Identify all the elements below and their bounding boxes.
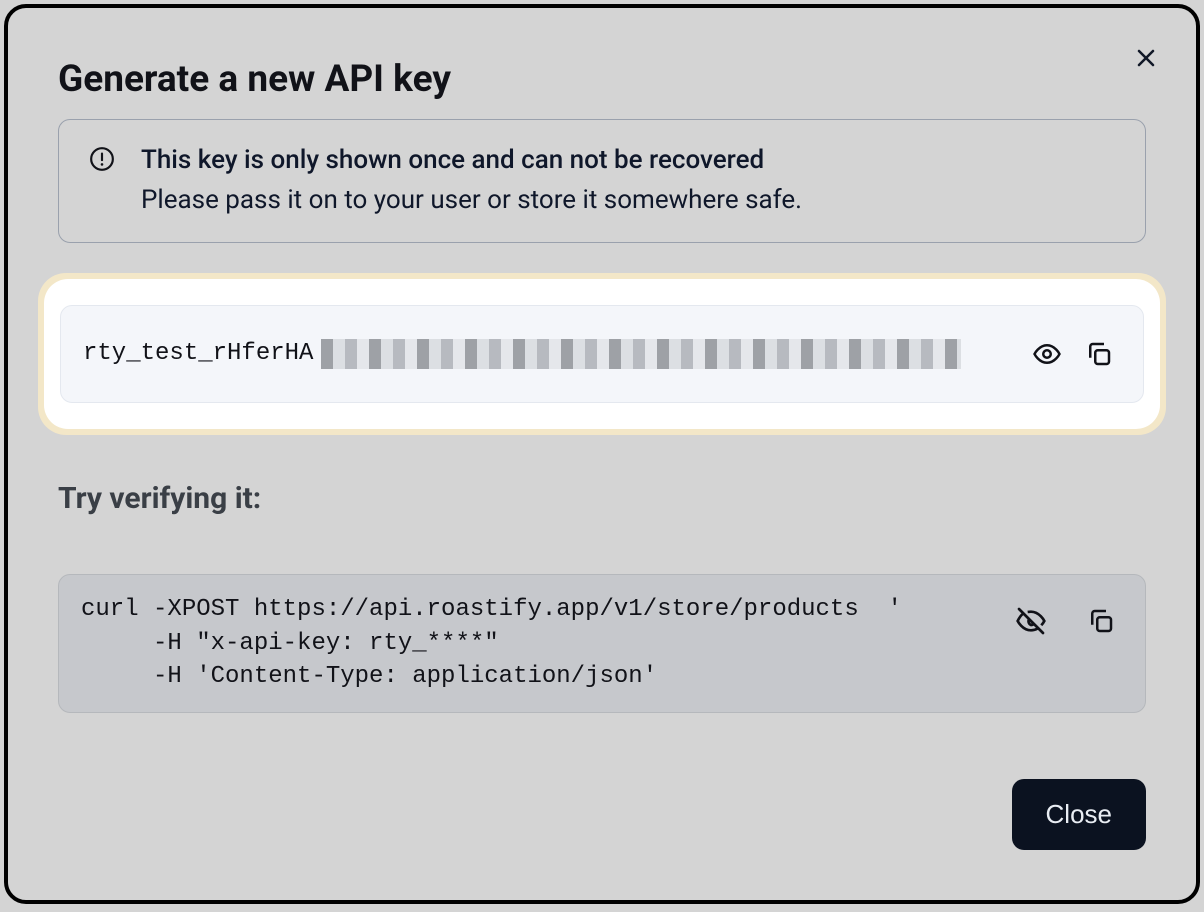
close-icon	[1134, 46, 1158, 70]
copy-key-button[interactable]	[1077, 332, 1121, 376]
close-button[interactable]: Close	[1012, 779, 1146, 850]
eye-off-icon	[1015, 605, 1047, 637]
copy-code-button[interactable]	[1079, 599, 1123, 643]
eye-icon	[1032, 339, 1062, 369]
api-key-visible-prefix: rty_test_rHferHA	[83, 340, 313, 367]
toggle-mask-code-button[interactable]	[1009, 599, 1053, 643]
copy-icon	[1086, 606, 1116, 636]
notice-text: This key is only shown once and can not …	[141, 142, 802, 220]
curl-command-text: curl -XPOST https://api.roastify.app/v1/…	[81, 593, 999, 694]
copy-icon	[1084, 339, 1114, 369]
api-key-masked-tail	[321, 339, 961, 369]
generate-api-key-modal: Generate a new API key This key is only …	[4, 4, 1200, 904]
reveal-key-button[interactable]	[1025, 332, 1069, 376]
modal-footer: Close	[1012, 779, 1146, 850]
verify-code-block: curl -XPOST https://api.roastify.app/v1/…	[58, 574, 1146, 713]
api-key-field: rty_test_rHferHA	[60, 305, 1144, 403]
modal-title: Generate a new API key	[58, 58, 1146, 101]
verify-heading: Try verifying it:	[58, 481, 1146, 516]
notice-line-2: Please pass it on to your user or store …	[141, 180, 802, 220]
close-icon-button[interactable]	[1130, 42, 1162, 74]
api-key-panel: rty_test_rHferHA	[44, 279, 1160, 429]
api-key-highlight: rty_test_rHferHA	[38, 273, 1166, 435]
notice-line-1: This key is only shown once and can not …	[141, 142, 802, 180]
alert-circle-icon	[89, 142, 115, 172]
key-warning-notice: This key is only shown once and can not …	[58, 119, 1146, 243]
